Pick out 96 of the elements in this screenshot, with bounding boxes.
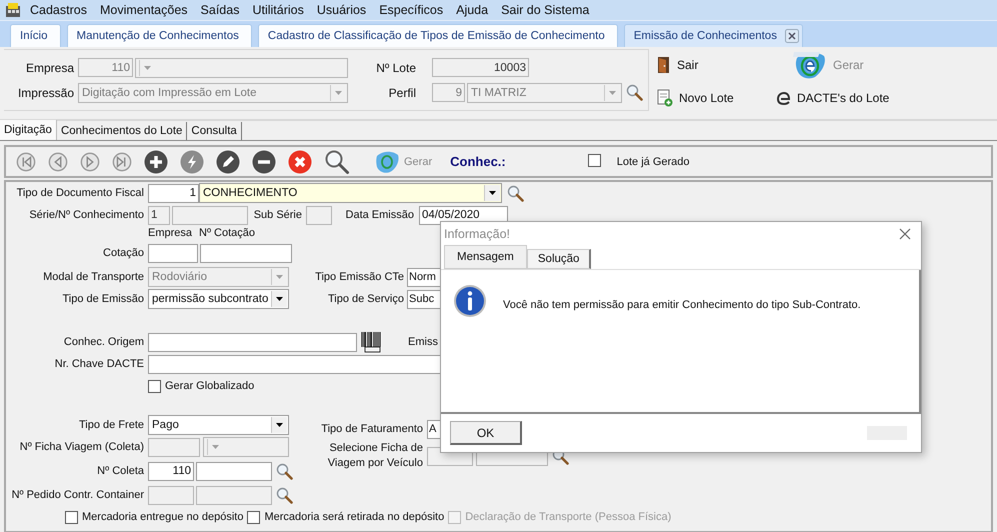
field-label: Empresa: [24, 60, 74, 74]
document-label: Conhec.:: [450, 154, 506, 169]
checkbox[interactable]: [247, 510, 260, 524]
trip-field[interactable]: [148, 438, 200, 456]
tab[interactable]: Consulta: [187, 122, 242, 140]
tab[interactable]: Digitação: [0, 120, 57, 140]
document-logo-icon: [793, 50, 827, 80]
barcode-icon[interactable]: [360, 331, 382, 353]
search-icon[interactable]: [276, 462, 293, 480]
checkbox[interactable]: [148, 380, 161, 392]
dropdown[interactable]: Digitação com Impressão em Lote: [78, 82, 348, 102]
cancel-icon[interactable]: [288, 150, 312, 174]
field-label: Conhec. Origem: [62, 336, 145, 348]
field-label: Cotação: [102, 247, 145, 259]
close-icon[interactable]: [784, 29, 799, 43]
field-label: Nº Coleta: [96, 465, 145, 477]
document-tab[interactable]: Manutenção de Conhecimentos: [66, 24, 252, 47]
document-tab[interactable]: Emissão de Conhecimentos: [624, 24, 803, 47]
field-label: Série/Nº Conhecimento: [28, 209, 145, 221]
map-logo-icon: [374, 150, 400, 174]
field-label: Data Emissão: [344, 209, 414, 221]
search-icon[interactable]: [626, 84, 643, 101]
menu-item[interactable]: Movimentações: [100, 3, 188, 17]
dialog-title: Informação!: [444, 227, 510, 241]
field-label: Emiss: [408, 336, 438, 348]
series-field[interactable]: 1: [148, 206, 170, 224]
door-icon: [657, 56, 671, 74]
checkbox-label: Mercadoria entregue no depósito: [82, 511, 244, 523]
dropdown[interactable]: TI MATRIZ: [467, 82, 622, 102]
minus-icon[interactable]: [252, 150, 276, 174]
sub-series-field[interactable]: [306, 206, 332, 224]
app-logo-icon: [5, 2, 21, 18]
dropdown[interactable]: permissão subcontrato: [148, 289, 289, 309]
field-label: Tipo de Emissão: [61, 293, 145, 305]
menu-item[interactable]: Usuários: [316, 3, 366, 17]
search-icon[interactable]: [276, 486, 293, 504]
menu-item[interactable]: Cadastros: [30, 3, 87, 17]
pencil-icon[interactable]: [216, 150, 240, 174]
menu-item[interactable]: Saídas: [200, 3, 240, 17]
field-label: Tipo de Frete: [78, 419, 145, 431]
search-icon[interactable]: [507, 184, 524, 202]
close-icon[interactable]: [899, 228, 911, 240]
field-label: Nº Pedido Contr. Container: [10, 489, 145, 501]
action-button[interactable]: Novo Lote: [657, 89, 777, 107]
checkbox[interactable]: [65, 510, 78, 524]
order-name-field[interactable]: [196, 486, 272, 504]
checkbox-label: Lote já Gerado: [616, 156, 690, 168]
tab[interactable]: Conhecimentos do Lote: [56, 122, 188, 140]
document-tab[interactable]: Cadastro de Classificação de Tipos de Emissão de Conhecimento: [258, 24, 618, 47]
company-field[interactable]: [148, 244, 198, 262]
checkbox-label: Gerar Globalizado: [165, 380, 254, 392]
code-field[interactable]: 110: [78, 58, 133, 77]
menu-item[interactable]: Ajuda: [456, 3, 488, 17]
checkbox-label: Mercadoria será retirada no depósito: [264, 511, 444, 523]
column-caption: Empresa: [148, 226, 194, 238]
action-button[interactable]: Sair: [657, 56, 777, 74]
batch-number-field[interactable]: 10003: [432, 58, 529, 77]
field-label: Modal de Transporte: [42, 271, 145, 283]
field-label: Perfil: [388, 86, 416, 100]
dialog-message: Você não tem permissão para emitir Conhecimento do tipo Sub-Contrato.: [503, 299, 861, 311]
field-label: Tipo de Documento Fiscal: [16, 187, 145, 199]
checkbox-label: Declaração de Transporte (Pessoa Física): [465, 511, 672, 523]
field-label: Tipo de Faturamento: [320, 423, 423, 435]
pickup-field[interactable]: 110: [148, 462, 194, 480]
field-label: Tipo de Serviço: [326, 293, 404, 305]
origin-field[interactable]: [148, 332, 357, 352]
menu-item[interactable]: Específicos: [379, 3, 444, 17]
field-label: Sub Série: [252, 209, 302, 221]
code-field[interactable]: 1: [148, 184, 199, 202]
ok-button[interactable]: OK: [450, 421, 522, 445]
tab[interactable]: Mensagem: [444, 245, 527, 269]
field-label: Nº Ficha Viagem (Coleta): [18, 441, 145, 453]
code-field[interactable]: 9: [432, 83, 465, 102]
number-field[interactable]: [172, 206, 248, 224]
menu-item[interactable]: Utilitários: [252, 3, 304, 17]
checkbox[interactable]: [588, 154, 601, 166]
quote-field[interactable]: [200, 244, 292, 262]
add-icon[interactable]: [144, 150, 168, 174]
field-label: Nr. Chave DACTE: [54, 358, 145, 370]
tab[interactable]: Solução: [526, 249, 592, 269]
field-label: Nº Lote: [375, 60, 416, 74]
field-label: Selecione Ficha de Viagem por Veículo: [326, 441, 423, 471]
field-label: Tipo Emissão CTe: [314, 271, 404, 283]
new-document-icon: [657, 89, 673, 107]
menu-item[interactable]: Sair do Sistema: [501, 3, 590, 17]
document-tab[interactable]: Início: [10, 24, 60, 47]
search-icon[interactable]: [324, 148, 350, 174]
info-icon: [453, 284, 487, 318]
dropdown[interactable]: CONHECIMENTO: [199, 183, 502, 203]
dropdown[interactable]: [135, 58, 348, 78]
column-caption: Nº Cotação: [199, 226, 255, 238]
pickup-name-field[interactable]: [196, 462, 272, 480]
action-button[interactable]: DACTE's do Lote: [777, 91, 927, 105]
dropdown[interactable]: Pago: [148, 415, 289, 435]
e-letter-icon: [777, 91, 791, 105]
field-label: Impressão: [16, 86, 74, 100]
